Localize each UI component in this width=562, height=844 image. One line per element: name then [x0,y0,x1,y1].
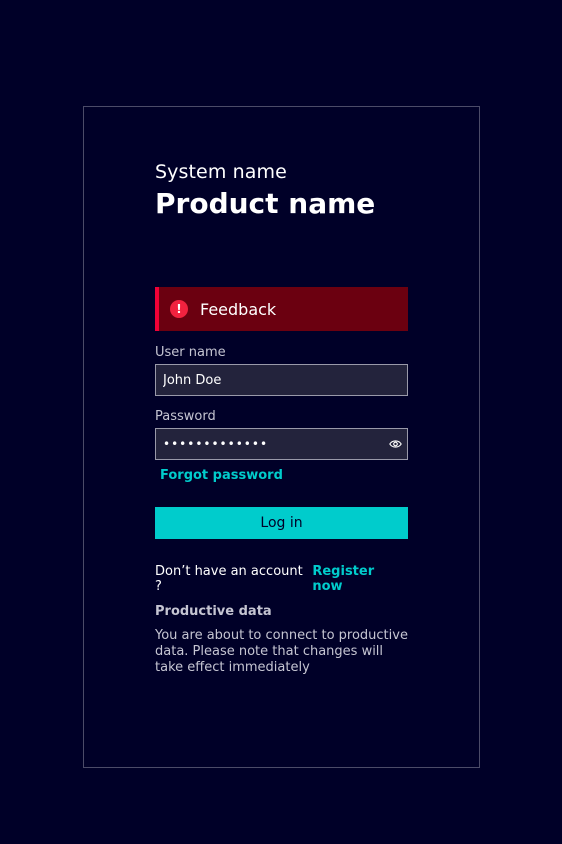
username-input[interactable] [163,372,373,388]
forgot-password-link[interactable]: Forgot password [160,468,283,483]
feedback-banner: ! Feedback [155,287,408,331]
register-question: Don’t have an account ? [155,564,303,594]
login-button[interactable]: Log in [155,507,408,539]
eye-icon[interactable] [389,438,402,450]
product-name: Product name [155,187,376,220]
password-field[interactable]: ••••••••••••• [155,428,408,460]
notice-text: You are about to connect to productive d… [155,628,408,675]
username-field[interactable] [155,364,408,396]
system-name: System name [155,161,287,183]
feedback-text: Feedback [200,299,277,319]
exclamation-circle-icon: ! [170,300,188,318]
password-label: Password [155,409,216,424]
password-input[interactable]: ••••••••••••• [163,437,268,451]
register-row: Don’t have an account ? Register now [155,564,408,594]
login-card: System name Product name ! Feedback User… [83,106,480,768]
notice-title: Productive data [155,604,272,619]
register-now-link[interactable]: Register now [312,564,408,594]
username-label: User name [155,345,226,360]
